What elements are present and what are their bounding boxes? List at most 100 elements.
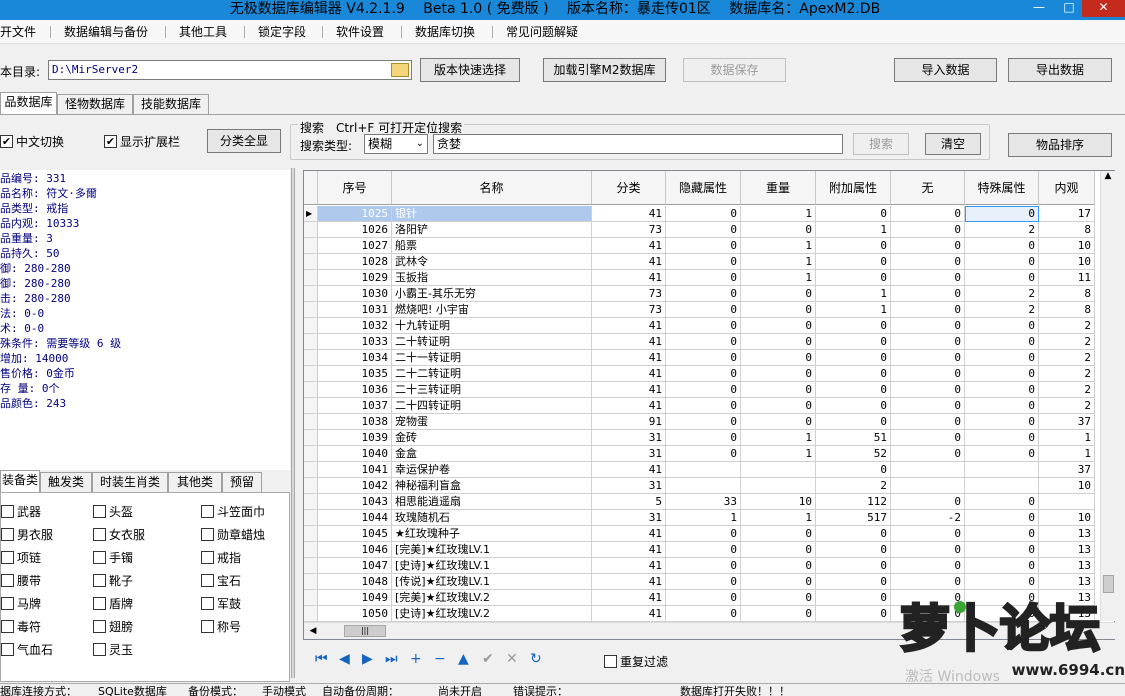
table-cell[interactable]: 0 bbox=[891, 414, 965, 430]
table-cell[interactable]: 0 bbox=[965, 366, 1039, 382]
table-cell[interactable]: 0 bbox=[666, 318, 741, 334]
table-cell[interactable]: 10 bbox=[1039, 238, 1095, 254]
chinese-toggle-checkbox[interactable]: 中文切换 bbox=[0, 133, 64, 150]
category-checkbox[interactable]: 毒符 bbox=[1, 618, 41, 635]
table-cell[interactable]: 41 bbox=[592, 558, 666, 574]
checkbox-box[interactable] bbox=[104, 135, 117, 148]
search-button[interactable]: 搜索 bbox=[853, 133, 909, 155]
table-cell[interactable]: 73 bbox=[592, 222, 666, 238]
table-row[interactable]: 1037 二十四转证明 41 0 0 0 0 0 2 bbox=[304, 398, 1114, 414]
checkbox-box[interactable] bbox=[1, 597, 14, 610]
table-cell[interactable]: 0 bbox=[965, 510, 1039, 526]
checkbox-box[interactable] bbox=[201, 574, 214, 587]
table-cell[interactable]: 0 bbox=[891, 222, 965, 238]
table-cell[interactable]: 0 bbox=[816, 318, 891, 334]
tab-equipment[interactable]: 装备类 bbox=[0, 470, 40, 492]
table-cell[interactable]: 1 bbox=[1039, 430, 1095, 446]
table-cell[interactable]: [完美]★红玫瑰LV.1 bbox=[392, 542, 592, 558]
table-cell[interactable]: 0 bbox=[666, 382, 741, 398]
tab-monster-db[interactable]: 怪物数据库 bbox=[57, 94, 133, 114]
table-cell[interactable]: 0 bbox=[666, 366, 741, 382]
table-cell[interactable]: 1030 bbox=[318, 286, 392, 302]
row-indicator[interactable] bbox=[304, 350, 318, 366]
table-cell[interactable]: 二十四转证明 bbox=[392, 398, 592, 414]
table-cell[interactable]: 1 bbox=[741, 270, 816, 286]
table-cell[interactable]: 1 bbox=[741, 206, 816, 222]
table-cell[interactable]: 17 bbox=[1039, 206, 1095, 222]
repeat-filter-checkbox[interactable]: 重复过滤 bbox=[604, 653, 668, 670]
category-checkbox[interactable]: 军鼓 bbox=[201, 595, 241, 612]
table-cell[interactable] bbox=[741, 462, 816, 478]
table-row[interactable]: ▶ 1025 银针 41 0 1 0 0 0 17 bbox=[304, 206, 1114, 222]
table-cell[interactable]: 10 bbox=[1039, 510, 1095, 526]
table-cell[interactable]: 武林令 bbox=[392, 254, 592, 270]
table-cell[interactable]: 31 bbox=[592, 446, 666, 462]
row-indicator[interactable] bbox=[304, 238, 318, 254]
load-m2-db-button[interactable]: 加载引擎M2数据库 bbox=[543, 58, 666, 82]
table-cell[interactable]: 0 bbox=[741, 574, 816, 590]
checkbox-box[interactable] bbox=[1, 528, 14, 541]
row-indicator[interactable] bbox=[304, 286, 318, 302]
table-cell[interactable]: 33 bbox=[666, 494, 741, 510]
row-indicator[interactable] bbox=[304, 334, 318, 350]
checkbox-box[interactable] bbox=[1, 574, 14, 587]
table-cell[interactable]: 1 bbox=[741, 446, 816, 462]
table-cell[interactable]: 相思能逍遥扇 bbox=[392, 494, 592, 510]
table-cell[interactable]: 10 bbox=[741, 494, 816, 510]
table-cell[interactable]: 0 bbox=[891, 542, 965, 558]
table-cell[interactable]: 0 bbox=[741, 318, 816, 334]
table-cell[interactable]: 2 bbox=[1039, 398, 1095, 414]
table-cell[interactable]: 0 bbox=[965, 574, 1039, 590]
table-cell[interactable]: [史诗]★红玫瑰LV.2 bbox=[392, 606, 592, 622]
table-cell[interactable]: 0 bbox=[666, 606, 741, 622]
row-indicator[interactable] bbox=[304, 430, 318, 446]
table-cell[interactable]: 2 bbox=[1039, 350, 1095, 366]
table-cell[interactable]: 0 bbox=[965, 254, 1039, 270]
table-cell[interactable]: 41 bbox=[592, 350, 666, 366]
table-cell[interactable]: 1046 bbox=[318, 542, 392, 558]
table-cell[interactable] bbox=[965, 478, 1039, 494]
table-cell[interactable]: 十九转证明 bbox=[392, 318, 592, 334]
close-button[interactable]: ✕ bbox=[1082, 0, 1125, 17]
table-cell[interactable]: 41 bbox=[592, 334, 666, 350]
table-cell[interactable]: 41 bbox=[592, 590, 666, 606]
table-cell[interactable]: 41 bbox=[592, 270, 666, 286]
table-cell[interactable]: 41 bbox=[592, 574, 666, 590]
table-cell[interactable]: 1026 bbox=[318, 222, 392, 238]
table-row[interactable]: 1043 相思能逍遥扇 5 33 10 112 0 0 bbox=[304, 494, 1114, 510]
table-row[interactable]: 1044 玫瑰随机石 31 1 1 517 -2 0 10 bbox=[304, 510, 1114, 526]
table-cell[interactable]: 41 bbox=[592, 206, 666, 222]
column-header[interactable]: 附加属性 bbox=[816, 171, 891, 205]
search-input[interactable]: 贪婪 bbox=[433, 134, 843, 154]
table-cell[interactable]: 0 bbox=[741, 286, 816, 302]
checkbox-box[interactable] bbox=[604, 655, 617, 668]
table-cell[interactable]: 0 bbox=[666, 350, 741, 366]
table-cell[interactable]: 1 bbox=[741, 430, 816, 446]
table-cell[interactable]: 1042 bbox=[318, 478, 392, 494]
table-cell[interactable]: 1029 bbox=[318, 270, 392, 286]
row-indicator[interactable] bbox=[304, 446, 318, 462]
category-checkbox[interactable]: 斗笠面巾 bbox=[201, 503, 265, 520]
folder-icon[interactable] bbox=[391, 63, 409, 77]
version-select-button[interactable]: 版本快速选择 bbox=[420, 58, 520, 82]
table-cell[interactable]: 0 bbox=[891, 302, 965, 318]
tab-item-db[interactable]: 品数据库 bbox=[0, 92, 57, 114]
last-icon[interactable]: ⏭ bbox=[385, 651, 398, 667]
table-row[interactable]: 1027 船票 41 0 1 0 0 0 10 bbox=[304, 238, 1114, 254]
category-checkbox[interactable]: 头盔 bbox=[93, 503, 133, 520]
table-cell[interactable]: 1038 bbox=[318, 414, 392, 430]
table-cell[interactable]: 91 bbox=[592, 414, 666, 430]
category-checkbox[interactable]: 武器 bbox=[1, 503, 41, 520]
table-cell[interactable]: 2 bbox=[965, 302, 1039, 318]
table-cell[interactable]: 13 bbox=[1039, 574, 1095, 590]
checkbox-box[interactable] bbox=[1, 505, 14, 518]
table-cell[interactable]: 1 bbox=[1039, 446, 1095, 462]
table-cell[interactable]: 1048 bbox=[318, 574, 392, 590]
table-cell[interactable]: 0 bbox=[741, 350, 816, 366]
table-cell[interactable]: 宠物蛋 bbox=[392, 414, 592, 430]
column-header[interactable]: 无 bbox=[891, 171, 965, 205]
table-cell[interactable]: 1 bbox=[741, 254, 816, 270]
table-cell[interactable]: 0 bbox=[741, 414, 816, 430]
tab-skill-db[interactable]: 技能数据库 bbox=[133, 94, 209, 114]
table-cell[interactable]: 0 bbox=[741, 302, 816, 318]
